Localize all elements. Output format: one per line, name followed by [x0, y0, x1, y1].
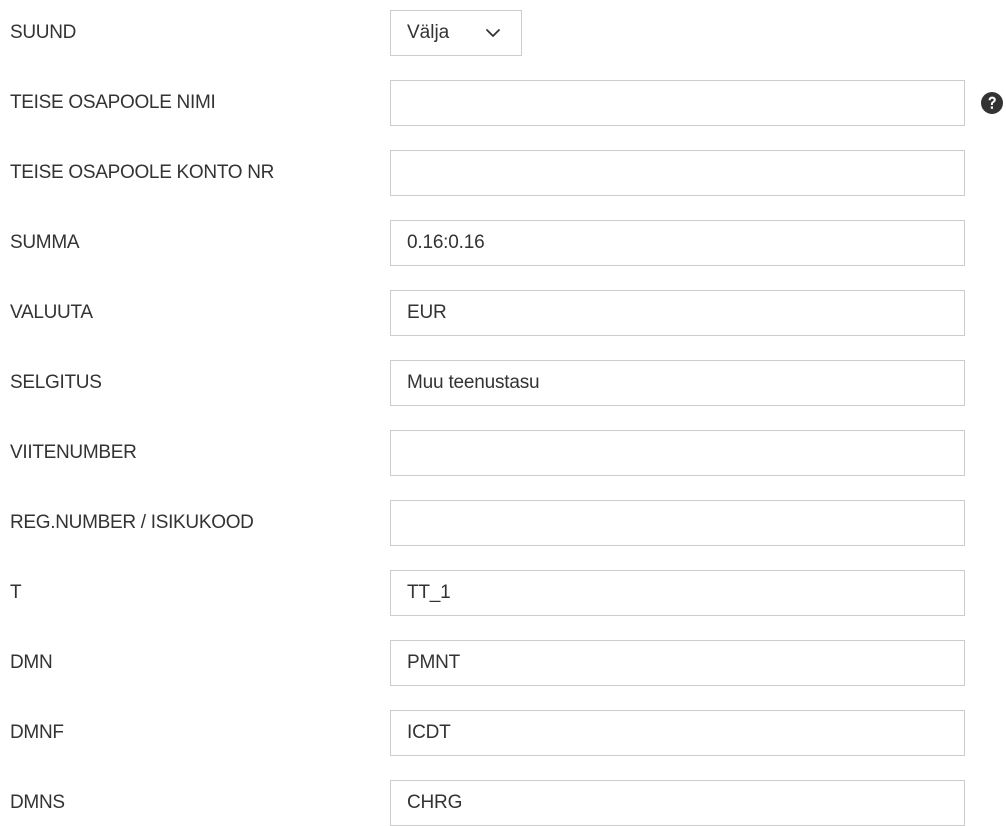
row-counterparty-account: TEISE OSAPOOLE KONTO NR [0, 150, 1006, 196]
question-circle-icon[interactable] [980, 91, 1004, 115]
direction-selected-value: Välja [407, 22, 450, 43]
direction-label: SUUND [10, 22, 77, 43]
reference-number-input[interactable] [390, 430, 965, 476]
t-label: T [10, 582, 22, 603]
row-reference-number: VIITENUMBER [0, 430, 1006, 476]
description-input[interactable] [390, 360, 965, 406]
counterparty-name-input[interactable] [390, 80, 965, 126]
row-amount: SUMMA [0, 220, 1006, 266]
row-dmn: DMN [0, 640, 1006, 686]
chevron-down-icon [486, 29, 500, 37]
row-counterparty-name: TEISE OSAPOOLE NIMI [0, 80, 1006, 126]
amount-label: SUMMA [10, 232, 80, 253]
description-label: SELGITUS [10, 372, 102, 393]
row-description: SELGITUS [0, 360, 1006, 406]
dmns-label: DMNS [10, 792, 65, 813]
dmn-input[interactable] [390, 640, 965, 686]
filter-form: SUUND Välja TEISE OSAPOOLE NIMI TEISE OS… [0, 0, 1006, 826]
row-reg-number: REG.NUMBER / ISIKUKOOD [0, 500, 1006, 546]
counterparty-account-label: TEISE OSAPOOLE KONTO NR [10, 162, 275, 183]
reference-number-label: VIITENUMBER [10, 442, 137, 463]
direction-select[interactable]: Välja [390, 10, 522, 56]
row-t: T [0, 570, 1006, 616]
row-dmns: DMNS [0, 780, 1006, 826]
amount-input[interactable] [390, 220, 965, 266]
counterparty-name-label: TEISE OSAPOOLE NIMI [10, 92, 216, 113]
reg-number-input[interactable] [390, 500, 965, 546]
dmnf-input[interactable] [390, 710, 965, 756]
currency-label: VALUUTA [10, 302, 93, 323]
row-currency: VALUUTA [0, 290, 1006, 336]
row-dmnf: DMNF [0, 710, 1006, 756]
currency-input[interactable] [390, 290, 965, 336]
row-direction: SUUND Välja [0, 10, 1006, 56]
dmns-input[interactable] [390, 780, 965, 826]
t-input[interactable] [390, 570, 965, 616]
dmn-label: DMN [10, 652, 53, 673]
dmnf-label: DMNF [10, 722, 64, 743]
counterparty-account-input[interactable] [390, 150, 965, 196]
reg-number-label: REG.NUMBER / ISIKUKOOD [10, 512, 254, 533]
